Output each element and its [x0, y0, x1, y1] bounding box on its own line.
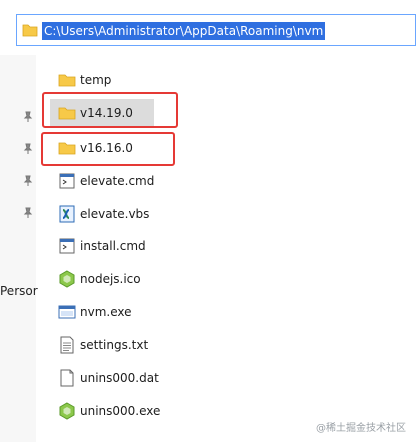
file-name: temp: [80, 73, 112, 87]
cmd-file-icon: [59, 173, 75, 189]
address-path[interactable]: C:\Users\Administrator\AppData\Roaming\n…: [42, 22, 326, 40]
file-name: elevate.cmd: [80, 174, 155, 188]
file-name: unins000.dat: [80, 371, 159, 385]
highlight-box-v14: [42, 92, 178, 128]
nodejs-icon: [59, 270, 75, 288]
file-name: nodejs.ico: [80, 272, 141, 286]
folder-icon: [58, 74, 76, 87]
list-item[interactable]: nvm.exe: [50, 298, 310, 326]
file-name: settings.txt: [80, 338, 149, 352]
list-item[interactable]: unins000.exe: [50, 397, 310, 425]
vbs-file-icon: [59, 205, 75, 223]
address-bar[interactable]: C:\Users\Administrator\AppData\Roaming\n…: [16, 14, 416, 46]
list-item[interactable]: settings.txt: [50, 331, 310, 359]
file-name: install.cmd: [80, 239, 146, 253]
list-item[interactable]: elevate.vbs: [50, 200, 310, 228]
pin-icon[interactable]: [22, 207, 34, 219]
file-name: nvm.exe: [80, 305, 132, 319]
blank-file-icon: [60, 369, 74, 387]
exe-icon: [58, 305, 76, 319]
list-item[interactable]: unins000.dat: [50, 364, 310, 392]
file-name: unins000.exe: [80, 404, 161, 418]
cmd-file-icon: [59, 238, 75, 254]
list-item[interactable]: elevate.cmd: [50, 167, 310, 195]
pin-icon[interactable]: [22, 175, 34, 187]
pin-icon[interactable]: [22, 111, 34, 123]
list-item[interactable]: nodejs.ico: [50, 265, 310, 293]
file-name: elevate.vbs: [80, 207, 150, 221]
list-item[interactable]: temp: [50, 66, 310, 94]
nodejs-icon: [59, 402, 75, 420]
text-file-icon: [60, 336, 74, 354]
highlight-box-v16: [41, 132, 175, 166]
list-item[interactable]: install.cmd: [50, 232, 310, 260]
sidebar-item-label[interactable]: Persor: [0, 284, 38, 298]
watermark: @稀土掘金技术社区: [316, 423, 406, 434]
folder-icon: [22, 24, 38, 37]
pin-icon[interactable]: [22, 143, 34, 155]
